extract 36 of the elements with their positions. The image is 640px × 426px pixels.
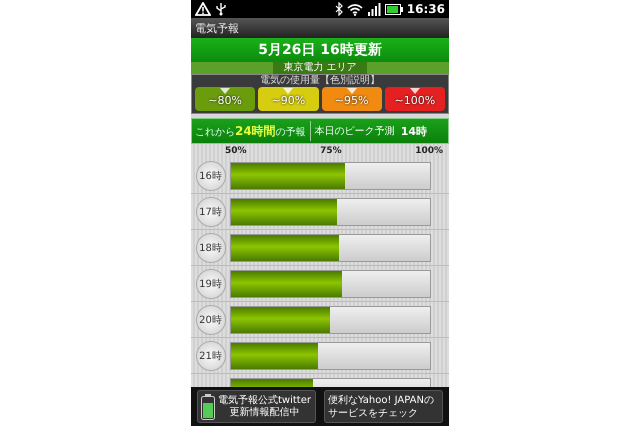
scale-label: 75%: [320, 146, 342, 156]
battery-icon: [384, 4, 403, 14]
peak-value: 14時: [400, 124, 428, 138]
down-triangle-icon: [220, 88, 230, 94]
ad-subtitle: 更新情報配信中: [228, 407, 300, 419]
clock-time: 16:36: [406, 2, 445, 16]
peak-label: 本日のピーク予測: [314, 124, 395, 138]
bluetooth-icon: [334, 2, 343, 16]
battery-icon: [201, 394, 215, 420]
hour-badge: 20時: [196, 304, 226, 334]
hour-badge: 16時: [196, 160, 226, 190]
wifi-icon: [346, 2, 363, 16]
hour-badge: 17時: [196, 196, 226, 226]
usb-icon: [215, 2, 227, 16]
app-title: 電気予報: [195, 20, 239, 36]
chip-label: ~90%: [272, 94, 306, 108]
area-label: 東京電力 エリア: [273, 62, 367, 74]
legend-title: 電気の使用量【色別説明】: [260, 75, 380, 87]
forecast-title: これから24時間の予報: [195, 122, 306, 140]
down-triangle-icon: [346, 88, 357, 94]
yahoo-ad-button[interactable]: 便利なYahoo! JAPANの サービスをチェック: [324, 390, 443, 423]
chip-label: ~100%: [394, 94, 436, 108]
ad-title: 電気予報公式twitter: [218, 394, 311, 406]
chip-label: ~95%: [334, 94, 368, 108]
scale-label: 50%: [225, 146, 247, 156]
twitter-ad-button[interactable]: 電気予報公式twitter 更新情報配信中: [197, 390, 316, 423]
hour-badge: 21時: [196, 340, 226, 370]
signal-icon: [366, 2, 381, 16]
warning-icon: [195, 2, 211, 16]
hour-badge: 19時: [196, 268, 226, 298]
hour-badge: 18時: [196, 232, 226, 262]
down-triangle-icon: [410, 88, 420, 94]
scale-label: 100%: [415, 146, 443, 156]
update-time: 5月26日 16時更新: [258, 41, 382, 59]
chip-label: ~80%: [208, 94, 242, 108]
down-triangle-icon: [283, 88, 294, 94]
